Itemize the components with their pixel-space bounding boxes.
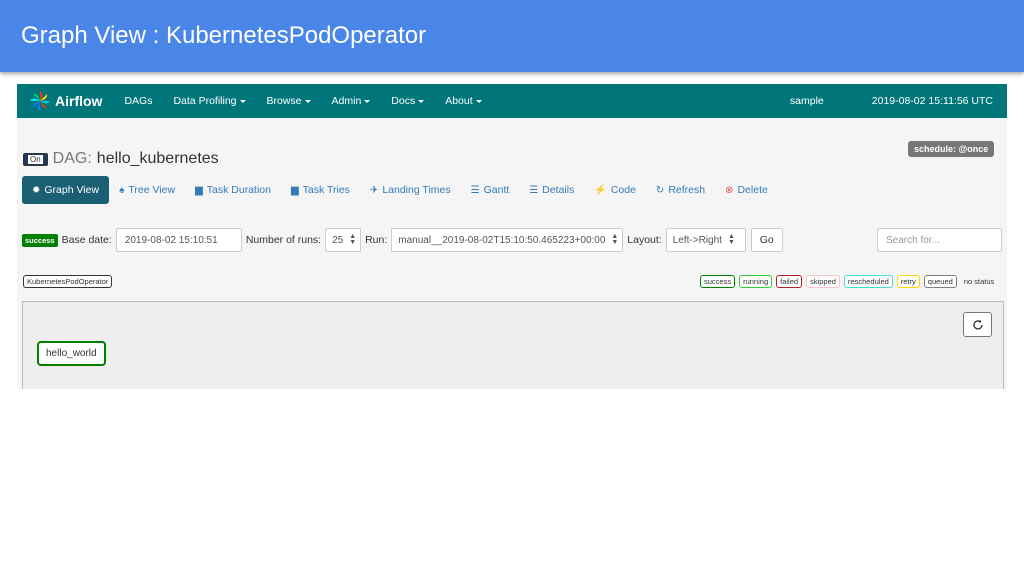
tab-refresh[interactable]: ↻ Refresh — [646, 176, 715, 204]
legend-failed: failed — [776, 275, 803, 288]
select-arrows-icon: ▲ ▼ — [727, 233, 735, 246]
dag-name: hello_kubernetes — [96, 150, 219, 167]
nav-item-label: Data Profiling — [173, 95, 237, 107]
nav-item-browse[interactable]: Browse — [267, 95, 311, 107]
base-date-label: Base date: — [61, 234, 112, 246]
navbar: Airflow DAGs Data Profiling Browse Admin… — [17, 84, 1007, 118]
layout-value: Left->Right — [672, 234, 722, 246]
nav-right: sample 2019-08-02 15:11:56 UTC — [790, 95, 1007, 107]
state-legend: success running failed skipped reschedul… — [700, 275, 1001, 288]
tab-graph-view[interactable]: ✹ Graph View — [22, 176, 110, 204]
caret-down-icon — [304, 99, 311, 103]
operator-legend: KubernetesPodOperator — [23, 275, 113, 288]
tab-details[interactable]: ☰ Details — [519, 176, 584, 204]
legend-running: running — [739, 275, 773, 288]
slide-header: Graph View : KubernetesPodOperator — [0, 0, 1024, 72]
state-badge: success — [22, 233, 58, 247]
tab-label: Details — [542, 184, 575, 196]
select-arrows-icon: ▲ ▼ — [349, 233, 357, 246]
nav-item-dags[interactable]: DAGs — [124, 95, 152, 107]
dag-toggle-label: On — [28, 154, 43, 164]
graph-canvas[interactable]: hello_world — [22, 301, 1004, 389]
tab-landing-times[interactable]: ✈ Landing Times — [360, 176, 461, 204]
bar-chart-icon: ▆ — [195, 184, 203, 196]
layout-select[interactable]: Left->Right ▲ ▼ — [665, 228, 746, 252]
legend-queued: queued — [923, 275, 957, 288]
airflow-window: Airflow DAGs Data Profiling Browse Admin… — [17, 84, 1007, 389]
server-clock: 2019-08-02 15:11:56 UTC — [871, 95, 993, 107]
nav-item-label: About — [445, 95, 473, 107]
list-icon: ☰ — [529, 184, 539, 196]
nav-item-label: Admin — [331, 95, 362, 107]
refresh-icon: ↻ — [655, 184, 665, 196]
legend-rescheduled: rescheduled — [843, 275, 893, 288]
run-select[interactable]: manual__2019-08-02T15:10:50.465223+00:00… — [391, 228, 624, 252]
num-runs-select[interactable]: 25 ▲ ▼ — [325, 228, 362, 252]
user-menu[interactable]: sample — [790, 95, 824, 107]
plane-icon: ✈ — [369, 184, 379, 196]
brand-name: Airflow — [55, 93, 103, 109]
tab-gantt[interactable]: ☰ Gantt — [461, 176, 520, 204]
legend-success: success — [700, 275, 736, 288]
tab-tree-view[interactable]: ♠ Tree View — [109, 176, 185, 204]
run-value: manual__2019-08-02T15:10:50.465223+00:00 — [398, 234, 606, 246]
nav-item-data-profiling[interactable]: Data Profiling — [173, 95, 246, 107]
dag-run-form: success Base date: 2019-08-02 15:10:51 N… — [22, 228, 783, 252]
tab-delete[interactable]: ⊗ Delete — [715, 176, 778, 204]
num-runs-value: 25 — [332, 234, 344, 246]
select-arrows-icon: ▲ ▼ — [611, 233, 619, 246]
tab-code[interactable]: ⚡ Code — [584, 176, 646, 204]
refresh-icon — [972, 319, 983, 330]
slide-title: Graph View : KubernetesPodOperator — [21, 22, 427, 49]
legend-no-status: no status — [963, 277, 995, 286]
caret-down-icon — [418, 99, 425, 103]
caret-down-icon — [364, 99, 371, 103]
bar-chart-icon: ▆ — [290, 184, 299, 196]
tab-label: Gantt — [483, 184, 510, 196]
dag-title-row: On DAG: hello_kubernetes — [23, 150, 219, 168]
graph-refresh-button[interactable] — [963, 312, 992, 337]
nav-item-about[interactable]: About — [445, 95, 482, 107]
search-placeholder: Search for... — [886, 234, 940, 246]
tree-icon: ♠ — [119, 184, 125, 196]
tab-task-tries[interactable]: ▆ Task Tries — [281, 176, 360, 204]
nav-item-docs[interactable]: Docs — [391, 95, 425, 107]
go-button[interactable]: Go — [750, 228, 783, 252]
legend-retry: retry — [896, 275, 920, 288]
legend-skipped: skipped — [806, 275, 840, 288]
layout-label: Layout: — [627, 234, 662, 246]
nav-item-label: Browse — [266, 95, 302, 107]
tab-label: Graph View — [44, 184, 100, 196]
nav-item-admin[interactable]: Admin — [332, 95, 371, 107]
task-node[interactable]: hello_world — [37, 341, 106, 366]
view-tabs: ✹ Graph View ♠ Tree View ▆ Task Duration ▆ T… — [22, 176, 778, 204]
asterisk-icon: ✹ — [32, 184, 41, 196]
caret-down-icon — [239, 99, 246, 103]
run-label: Run: — [365, 234, 388, 246]
gantt-icon: ☰ — [470, 184, 480, 196]
nav-item-label: Docs — [391, 95, 416, 107]
tab-label: Task Duration — [206, 184, 271, 196]
airflow-logo[interactable]: Airflow — [29, 90, 102, 112]
delete-icon: ⊗ — [725, 184, 734, 196]
tab-label: Landing Times — [382, 184, 451, 196]
tab-task-duration[interactable]: ▆ Task Duration — [185, 176, 281, 204]
tab-label: Task Tries — [302, 184, 350, 196]
schedule-badge: schedule: @once — [908, 141, 995, 157]
pinwheel-icon — [30, 91, 50, 111]
caret-down-icon — [475, 99, 482, 103]
tab-label: Tree View — [128, 184, 176, 196]
dag-toggle[interactable]: On — [23, 152, 48, 166]
num-runs-label: Number of runs: — [245, 234, 322, 246]
tab-label: Code — [610, 184, 636, 196]
tab-label: Delete — [737, 184, 768, 196]
base-date-input[interactable]: 2019-08-02 15:10:51 — [115, 228, 242, 252]
search-input[interactable]: Search for... — [877, 228, 1002, 252]
base-date-value: 2019-08-02 15:10:51 — [124, 234, 218, 246]
nav-item-label: DAGs — [124, 95, 153, 107]
flash-icon: ⚡ — [594, 184, 607, 196]
dag-label: DAG: — [52, 150, 92, 167]
tab-label: Refresh — [668, 184, 706, 196]
nav-menu: DAGs Data Profiling Browse Admin Docs Ab… — [124, 95, 502, 107]
